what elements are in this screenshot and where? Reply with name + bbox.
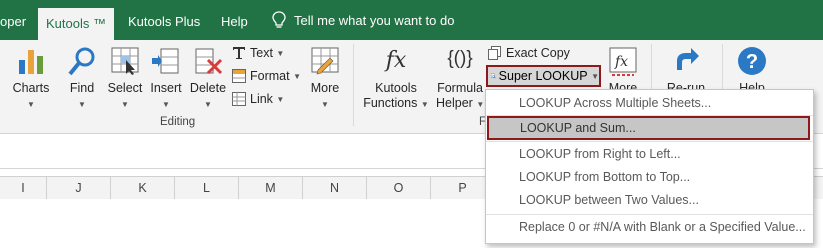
- menu-item-lookup-across-sheets[interactable]: LOOKUP Across Multiple Sheets...: [486, 91, 813, 115]
- tab-kutools-plus[interactable]: Kutools Plus: [128, 0, 200, 40]
- braces-icon: {()}: [447, 48, 473, 69]
- chevron-down-icon: ▼: [162, 100, 170, 109]
- column-header-m[interactable]: M: [239, 177, 303, 199]
- help-icon: ?: [738, 47, 766, 75]
- link-label: Link: [250, 92, 273, 106]
- svg-text:fx: fx: [614, 54, 628, 70]
- format-button[interactable]: Format ▼: [232, 69, 301, 83]
- link-button[interactable]: Link ▼: [232, 92, 284, 106]
- super-lookup-menu: LOOKUP Across Multiple Sheets... LOOKUP …: [485, 89, 814, 244]
- chevron-down-icon: ▼: [78, 100, 86, 109]
- delete-rows-icon: [195, 48, 223, 75]
- column-header-j[interactable]: J: [47, 177, 111, 199]
- menu-item-lookup-between-values[interactable]: LOOKUP between Two Values...: [486, 188, 813, 212]
- magnifier-icon: [68, 47, 95, 76]
- exact-copy-button[interactable]: Exact Copy: [488, 46, 570, 60]
- tab-kutools[interactable]: Kutools ™: [38, 8, 114, 40]
- insert-rows-icon: [152, 48, 179, 74]
- copy-icon: [488, 46, 501, 60]
- exact-copy-label: Exact Copy: [506, 46, 570, 60]
- chevron-down-icon: ▼: [204, 100, 212, 109]
- rerun-arrow-icon: [677, 48, 699, 70]
- kutools-functions-label-2: Functions ▼: [363, 96, 429, 110]
- text-button[interactable]: Text ▼: [232, 46, 284, 60]
- insert-label: Insert: [150, 81, 182, 95]
- group-separator: [353, 44, 354, 126]
- formula-helper-button[interactable]: {()} Formula Helper ▼: [436, 40, 484, 130]
- fx-icon: fx: [385, 48, 407, 73]
- chevron-down-icon: ▼: [321, 100, 329, 109]
- rerun-button[interactable]: Re-run: [660, 40, 712, 96]
- text-icon: [233, 47, 245, 59]
- charts-button[interactable]: Charts ▼: [8, 40, 54, 130]
- lightbulb-icon: [272, 11, 286, 28]
- lookup-icon: [491, 73, 496, 79]
- more-functions-button[interactable]: fx More: [602, 40, 644, 96]
- column-header-o[interactable]: O: [367, 177, 431, 199]
- tab-help[interactable]: Help: [221, 0, 248, 40]
- chevron-down-icon: ▼: [591, 71, 599, 81]
- text-label: Text: [250, 46, 273, 60]
- column-header-k[interactable]: K: [111, 177, 175, 199]
- bar-chart-icon: [19, 50, 43, 74]
- chevron-down-icon: ▼: [276, 48, 285, 58]
- format-icon: [232, 69, 246, 83]
- charts-label: Charts: [12, 81, 50, 95]
- menu-item-lookup-right-to-left[interactable]: LOOKUP from Right to Left...: [486, 142, 813, 166]
- tell-me-text: Tell me what you want to do: [294, 12, 455, 28]
- menu-item-lookup-bottom-to-top[interactable]: LOOKUP from Bottom to Top...: [486, 165, 813, 189]
- help-button[interactable]: ? Help: [730, 40, 774, 96]
- formula-helper-label-2: Helper ▼: [436, 96, 485, 110]
- chevron-down-icon: ▼: [27, 100, 35, 109]
- column-header-i[interactable]: I: [0, 177, 47, 199]
- select-range-icon: [111, 47, 139, 75]
- link-icon: [232, 92, 246, 106]
- formula-helper-label-1: Formula: [437, 81, 483, 95]
- column-header-n[interactable]: N: [303, 177, 367, 199]
- editing-group-label: Editing: [160, 116, 196, 128]
- find-label: Find: [69, 81, 95, 95]
- fx-more-icon: fx: [609, 47, 637, 76]
- ribbon-tab-bar: oper Kutools ™ Kutools Plus Help Tell me…: [0, 0, 823, 40]
- more-label: More: [310, 81, 340, 95]
- select-button[interactable]: Select ▼: [104, 40, 146, 130]
- chevron-down-icon: ▼: [121, 100, 129, 109]
- svg-text:?: ?: [746, 51, 758, 73]
- chevron-down-icon: ▼: [276, 94, 285, 104]
- kutools-functions-label-1: Kutools: [375, 81, 417, 95]
- kutools-functions-button[interactable]: fx Kutools Functions ▼: [360, 40, 432, 130]
- more-table-icon: [311, 47, 339, 75]
- format-label: Format: [250, 69, 290, 83]
- select-label: Select: [107, 81, 143, 95]
- column-header-l[interactable]: L: [175, 177, 239, 199]
- menu-item-replace-na[interactable]: Replace 0 or #N/A with Blank or a Specif…: [486, 215, 813, 239]
- super-lookup-button[interactable]: Super LOOKUP ▼: [486, 65, 601, 87]
- super-lookup-label: Super LOOKUP: [498, 69, 588, 83]
- delete-label: Delete: [189, 81, 227, 95]
- chevron-down-icon: ▼: [293, 71, 301, 81]
- find-button[interactable]: Find ▼: [60, 40, 104, 130]
- more-button[interactable]: More ▼: [304, 40, 346, 130]
- tab-developer[interactable]: oper: [0, 0, 30, 40]
- menu-item-lookup-and-sum[interactable]: LOOKUP and Sum...: [487, 116, 810, 140]
- tell-me-box[interactable]: Tell me what you want to do: [272, 0, 454, 40]
